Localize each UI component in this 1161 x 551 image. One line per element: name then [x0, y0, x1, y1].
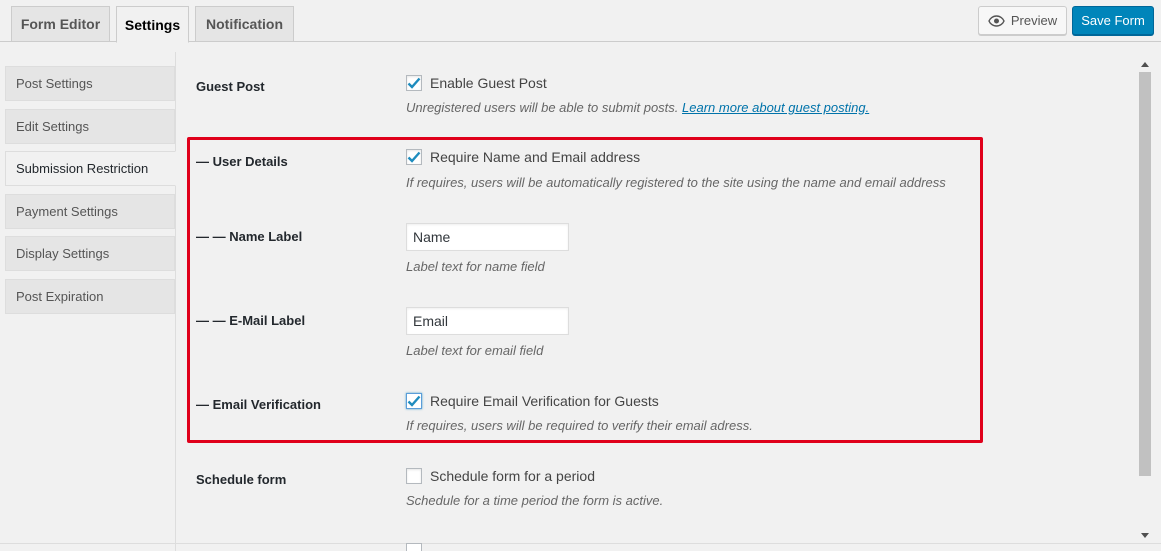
scrollbar[interactable] [1138, 58, 1152, 544]
name-label-input[interactable] [406, 223, 569, 251]
guest-post-description: Unregistered users will be able to submi… [406, 100, 869, 115]
schedule-form-label: Schedule form [196, 472, 287, 487]
checkmark-icon [407, 395, 421, 407]
name-label-description: Label text for name field [406, 259, 545, 274]
sidebar-item-payment-settings[interactable]: Payment Settings [5, 194, 175, 229]
email-label-input[interactable] [406, 307, 569, 335]
scroll-up-arrow-icon[interactable] [1141, 62, 1149, 67]
sidebar-item-edit-settings[interactable]: Edit Settings [5, 109, 175, 144]
schedule-form-text: Schedule form for a period [430, 468, 595, 484]
email-verification-label: — Email Verification [196, 397, 321, 412]
enable-guest-post-checkbox[interactable] [406, 75, 422, 91]
sidebar-item-post-expiration[interactable]: Post Expiration [5, 279, 175, 314]
enable-guest-post-text: Enable Guest Post [430, 75, 547, 91]
guest-post-label: Guest Post [196, 79, 265, 94]
user-details-description: If requires, users will be automatically… [406, 175, 946, 190]
require-name-email-text: Require Name and Email address [430, 149, 641, 165]
email-label-description: Label text for email field [406, 343, 544, 358]
next-checkbox-partial[interactable] [406, 543, 422, 551]
guest-posting-link[interactable]: Learn more about guest posting. [682, 100, 869, 115]
require-email-verification-checkbox[interactable] [406, 393, 422, 409]
save-form-button[interactable]: Save Form [1072, 6, 1154, 35]
tab-settings[interactable]: Settings [116, 6, 189, 43]
eye-icon [988, 14, 1005, 27]
user-details-label: — User Details [196, 154, 288, 169]
schedule-form-checkbox[interactable] [406, 468, 422, 484]
email-verification-description: If requires, users will be required to v… [406, 418, 753, 433]
checkmark-icon [407, 151, 421, 163]
tab-form-editor[interactable]: Form Editor [11, 6, 110, 42]
require-email-verification-text: Require Email Verification for Guests [430, 393, 659, 409]
sidebar-item-display-settings[interactable]: Display Settings [5, 236, 175, 271]
schedule-form-option: Schedule form for a period [406, 468, 595, 484]
guest-post-desc-text: Unregistered users will be able to submi… [406, 100, 679, 115]
require-name-email-checkbox[interactable] [406, 149, 422, 165]
preview-button[interactable]: Preview [978, 6, 1067, 35]
user-details-option: Require Name and Email address [406, 149, 640, 165]
guest-post-option: Enable Guest Post [406, 75, 547, 91]
sidebar-item-submission-restriction[interactable]: Submission Restriction [5, 151, 176, 186]
sidebar-divider [175, 52, 176, 551]
email-label-label: — — E-Mail Label [196, 313, 306, 328]
checkmark-icon [407, 77, 421, 89]
email-verification-option: Require Email Verification for Guests [406, 393, 659, 409]
scroll-thumb[interactable] [1139, 72, 1151, 476]
name-label-label: — — Name Label [196, 229, 303, 244]
preview-label: Preview [1010, 13, 1058, 28]
sidebar-item-post-settings[interactable]: Post Settings [5, 66, 175, 101]
schedule-form-description: Schedule for a time period the form is a… [406, 493, 664, 508]
tab-notification[interactable]: Notification [195, 6, 294, 42]
scroll-down-arrow-icon[interactable] [1141, 533, 1149, 538]
bottom-divider [0, 543, 1161, 544]
